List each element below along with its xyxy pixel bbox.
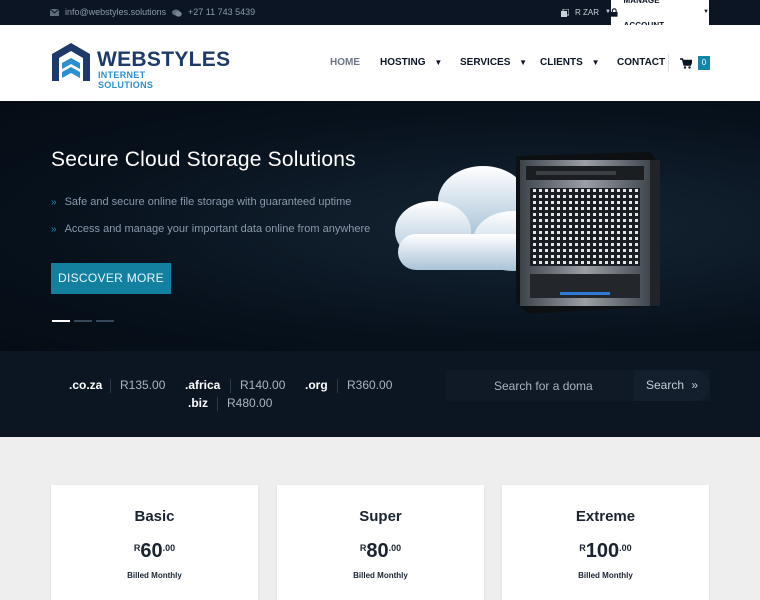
double-chevron-right-icon: » [51,223,57,235]
double-chevron-right-icon: » [691,378,699,392]
hero-bullet: » Access and manage your important data … [51,223,370,235]
envelope-icon [50,9,59,16]
plan-name: Extreme [575,508,636,525]
chat-icon [172,9,182,17]
lock-icon [611,8,618,17]
logo-tagline: INTERNET SOLUTIONS [98,70,154,90]
nav-contact[interactable]: CONTACT [617,25,665,101]
divider [337,379,338,393]
email-text: info@webstyles.solutions [65,7,167,17]
divider [230,379,231,393]
manage-account-button[interactable]: MANAGE ACCOUNT ▼ [611,0,709,30]
tld-name: .co.za [69,378,103,392]
caret-down-icon: ▼ [519,58,528,67]
header: WEBSTYLES INTERNET SOLUTIONS HOME HOSTIN… [0,25,760,101]
tld-price: R480.00 [227,396,273,410]
email-link[interactable]: info@webstyles.solutions [50,0,166,25]
hero-slider: Secure Cloud Storage Solutions » Safe an… [0,101,760,351]
server-icon [516,152,660,314]
discover-more-button[interactable]: DISCOVER MORE [51,263,171,294]
plan-billing: Billed Monthly [127,571,182,580]
double-chevron-right-icon: » [51,196,57,208]
logo-mark-icon [52,43,90,81]
plan-billing: Billed Monthly [353,571,408,580]
domain-search-bar: .co.za R135.00 .africa R140.00 .org R360… [0,351,760,437]
tld-name: .biz [188,396,208,410]
plan-card[interactable]: Basic R60.00 Billed Monthly [51,485,258,600]
caret-down-icon: ▼ [434,58,443,67]
plan-cents: .00 [619,543,632,553]
domain-search-form: Search » [446,370,710,401]
tld-price: R135.00 [120,378,166,392]
plan-cents: .00 [162,543,176,553]
tld-price: R140.00 [240,378,286,392]
hero-bullet-text: Safe and secure online file storage with… [64,196,352,208]
hero-bullet: » Safe and secure online file storage wi… [51,196,351,208]
plan-currency: R [133,543,141,553]
cart-count-badge: 0 [698,56,710,70]
nav-hosting[interactable]: HOSTING ▼ [380,25,442,101]
plan-name: Super [359,508,402,525]
top-bar: info@webstyles.solutions +27 11 743 5439… [0,0,760,30]
cloud-server-illustration [395,152,660,314]
chevron-down-icon: ▼ [702,9,709,15]
nav-services-label: SERVICES [460,57,511,68]
slider-dot[interactable] [52,320,70,322]
plan-cents: .00 [388,543,402,553]
nav-clients[interactable]: CLIENTS ▼ [540,25,599,101]
currency-selector[interactable]: R ZAR ▼ [561,0,611,25]
divider [217,397,218,411]
nav-services[interactable]: SERVICES ▼ [460,25,527,101]
hero-title: Secure Cloud Storage Solutions [51,148,356,171]
plan-card[interactable]: Super R80.00 Billed Monthly [277,485,484,600]
plan-price: R100.00 [502,540,709,563]
logo[interactable]: WEBSTYLES INTERNET SOLUTIONS [50,41,230,90]
plan-amount: 80 [366,540,389,562]
plan-name: Basic [134,508,175,525]
slider-dot[interactable] [74,320,92,322]
cart-button[interactable]: 0 [680,56,710,70]
slider-dot[interactable] [96,320,114,322]
logo-name: WEBSTYLES [97,48,231,71]
hero-bullet-text: Access and manage your important data on… [64,223,371,235]
money-icon [561,8,569,17]
caret-down-icon: ▼ [591,58,600,67]
tld-price: R360.00 [347,378,393,392]
pricing-section: Basic R60.00 Billed Monthly Super R80.00… [0,437,760,600]
nav-clients-label: CLIENTS [540,57,583,68]
plan-price: R80.00 [277,540,484,563]
plan-amount: 100 [585,540,620,562]
currency-label: R ZAR [575,8,599,17]
tld-name: .africa [185,378,221,392]
domain-search-button[interactable]: Search » [634,370,710,401]
divider [110,379,111,393]
plan-currency: R [359,543,367,553]
slider-dots [52,320,114,322]
plan-billing: Billed Monthly [578,571,633,580]
phone-link[interactable]: +27 11 743 5439 [172,0,255,25]
nav-hosting-label: HOSTING [380,57,426,68]
plan-price: R60.00 [51,540,258,563]
phone-text: +27 11 743 5439 [188,7,256,17]
search-button-label: Search [646,378,685,392]
nav-divider [668,54,669,72]
tld-name: .org [305,378,328,392]
shopping-cart-icon [680,58,692,69]
plan-amount: 60 [140,540,163,562]
nav-home[interactable]: HOME [330,25,360,101]
domain-search-input[interactable] [446,370,634,401]
plan-card[interactable]: Extreme R100.00 Billed Monthly [502,485,709,600]
plan-currency: R [579,543,586,553]
